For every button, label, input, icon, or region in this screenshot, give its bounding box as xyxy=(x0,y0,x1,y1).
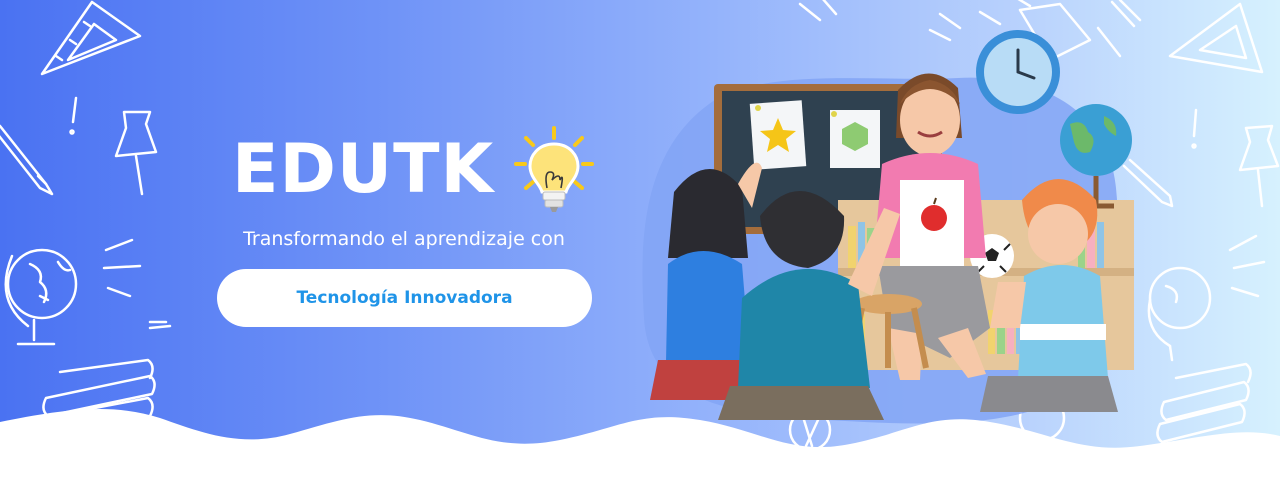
brand-title: EDUTK xyxy=(232,130,495,209)
bottom-wave xyxy=(0,409,1280,480)
lightbulb-icon xyxy=(514,126,594,212)
clock-icon xyxy=(976,30,1060,114)
globe-doodle-icon xyxy=(4,248,78,346)
push-pin-icon xyxy=(114,110,158,196)
hero-banner: EDUTK Transformando el aprendizaje con T… xyxy=(0,0,1280,480)
triangle-ruler-icon xyxy=(40,0,142,76)
hexagon-poster xyxy=(830,110,880,168)
push-pin-icon-right xyxy=(1238,124,1280,208)
globe-doodle-right xyxy=(1147,266,1212,362)
sparkle-lines xyxy=(102,238,172,330)
right-ruler-icon xyxy=(1168,2,1264,74)
exclamation-doodle xyxy=(69,96,78,135)
pencil-icon xyxy=(0,124,54,196)
innovation-pill-button[interactable]: Tecnología Innovadora xyxy=(217,269,592,327)
apple-icon xyxy=(921,205,947,231)
star-poster xyxy=(749,100,807,170)
classroom-illustration xyxy=(642,30,1134,424)
exclamation-doodle-right xyxy=(1191,108,1198,149)
tagline: Transformando el aprendizaje con xyxy=(243,228,565,250)
